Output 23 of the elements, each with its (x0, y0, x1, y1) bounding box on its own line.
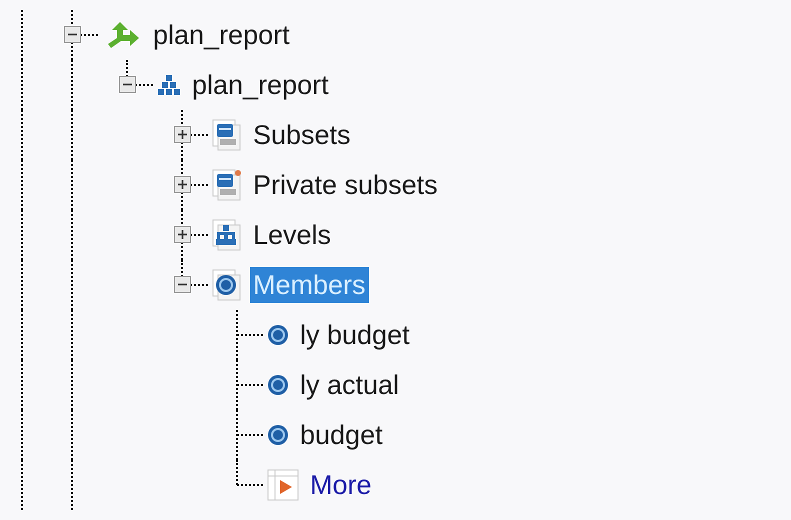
tree-item-label[interactable]: Private subsets (250, 167, 441, 203)
collapse-toggle-icon[interactable] (119, 76, 136, 93)
expand-toggle-icon[interactable] (174, 126, 191, 143)
collapse-toggle-icon[interactable] (174, 276, 191, 293)
tree-item-label[interactable]: budget (297, 417, 386, 453)
tree-item-label[interactable]: ly budget (297, 317, 413, 353)
hierarchy-icon (212, 219, 242, 251)
expand-toggle-icon[interactable] (174, 226, 191, 243)
collapse-toggle-icon[interactable] (64, 26, 81, 43)
stacked-list-icon (212, 119, 242, 151)
circle-ring-icon (267, 374, 289, 396)
more-link[interactable]: More (307, 467, 375, 503)
stacked-list-dot-icon (212, 169, 242, 201)
tree-item-label[interactable]: plan_report (189, 67, 332, 103)
expand-toggle-icon[interactable] (174, 176, 191, 193)
tree-item-label[interactable]: plan_report (150, 17, 293, 53)
circle-ring-icon (267, 424, 289, 446)
circle-ring-icon (212, 269, 242, 301)
tree-item-label[interactable]: Subsets (250, 117, 354, 153)
tree-item-label[interactable]: ly actual (297, 367, 402, 403)
pyramid-icon (157, 73, 181, 97)
tree-item-label[interactable]: Levels (250, 217, 334, 253)
circle-ring-icon (267, 324, 289, 346)
